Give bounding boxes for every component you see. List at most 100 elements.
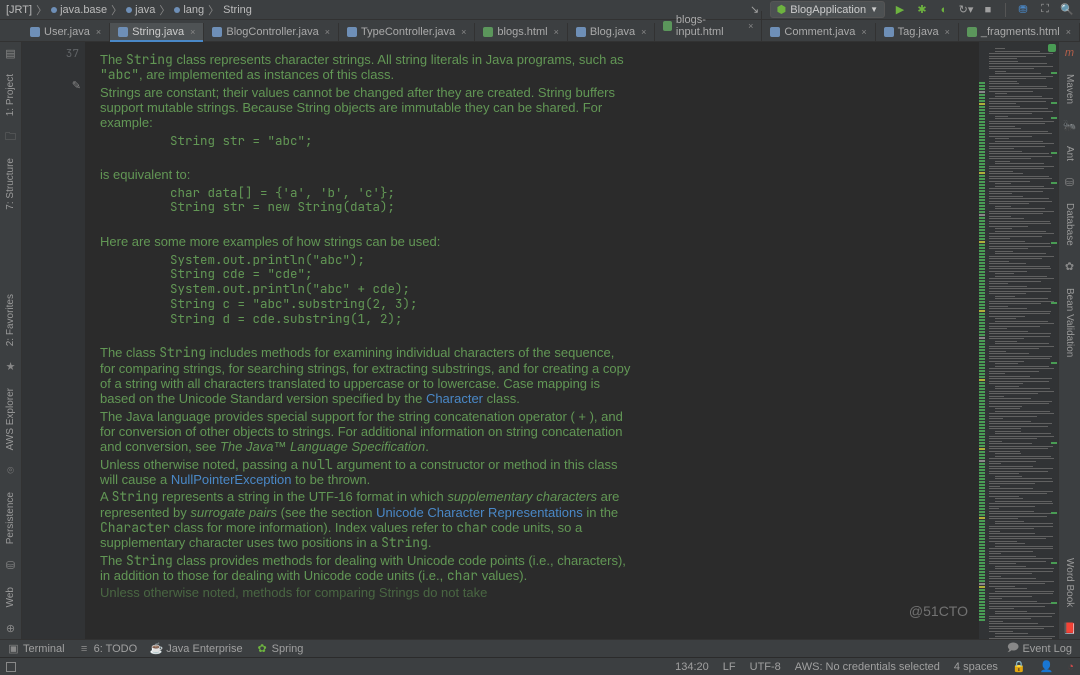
search-icon[interactable]: 🔍 (1060, 3, 1074, 17)
tool-maven[interactable]: Maven (1062, 70, 1077, 108)
editor-tab[interactable]: _fragments.html× (959, 23, 1080, 41)
tool-web[interactable]: Web (3, 583, 18, 611)
chevron-down-icon: ▼ (870, 5, 878, 14)
debug-icon[interactable]: ✱ (915, 3, 929, 17)
close-icon[interactable]: × (1066, 27, 1071, 37)
tool-database[interactable]: Database (1062, 199, 1077, 250)
close-icon[interactable]: × (190, 27, 195, 37)
line-number: 37 (66, 42, 85, 61)
tool-structure[interactable]: 7: Structure (3, 154, 18, 214)
breadcrumb-root[interactable]: [JRT] (6, 4, 32, 16)
java-file-icon (884, 27, 894, 37)
line-ending[interactable]: LF (723, 661, 736, 673)
tool-todo[interactable]: ≡6: TODO (79, 643, 138, 655)
tool-ant[interactable]: Ant (1062, 142, 1077, 165)
run-config-dropdown[interactable]: ⬢ BlogApplication ▼ (770, 1, 885, 18)
breadcrumb[interactable]: [JRT] 〉 java.base 〉 java 〉 lang 〉 String (6, 2, 252, 18)
javadoc-text: is equivalent to: (100, 167, 632, 182)
close-icon[interactable]: × (96, 27, 101, 37)
tool-persistence[interactable]: Persistence (3, 488, 18, 548)
aws-icon[interactable]: ⌾ (4, 464, 18, 478)
editor-tab[interactable]: User.java× (22, 23, 110, 41)
breadcrumb-pkg[interactable]: java.base (60, 4, 107, 16)
close-icon[interactable]: × (325, 27, 330, 37)
breadcrumb-sep: 〉 (36, 2, 47, 18)
vcs-update-icon[interactable]: ⛃ (1016, 3, 1030, 17)
close-icon[interactable]: × (945, 27, 950, 37)
editor-viewport[interactable]: The String class represents character st… (86, 42, 978, 639)
maven-icon[interactable]: m (1063, 46, 1077, 60)
coverage-icon[interactable]: ◐ (937, 3, 951, 17)
right-tool-rail: m Maven 🐜 Ant ⛁ Database ✿ Bean Validati… (1058, 42, 1080, 639)
link-character[interactable]: Character (426, 391, 483, 406)
tool-javaee[interactable]: ☕Java Enterprise (151, 643, 242, 655)
todo-icon: ≡ (79, 643, 90, 654)
readonly-lock-icon[interactable]: 🔒 (1012, 660, 1026, 673)
editor-tab[interactable]: BlogController.java× (204, 23, 339, 41)
tool-aws[interactable]: AWS Explorer (3, 384, 18, 454)
star-icon[interactable]: ★ (4, 360, 18, 374)
file-encoding[interactable]: UTF-8 (750, 661, 781, 673)
html-file-icon (483, 27, 493, 37)
editor-tab[interactable]: Comment.java× (762, 23, 875, 41)
profile-icon[interactable]: ↻▾ (959, 3, 973, 17)
javadoc-text: Here are some more examples of how strin… (100, 234, 632, 249)
editor-tab[interactable]: blogs.html× (475, 23, 567, 41)
web-icon[interactable]: ⊕ (4, 621, 18, 635)
navigation-bar: [JRT] 〉 java.base 〉 java 〉 lang 〉 String… (0, 0, 1080, 20)
run-icon[interactable]: ▶ (893, 3, 907, 17)
folder-icon[interactable]: 🗀 (4, 130, 18, 144)
code-sample: char data[] = {'a', 'b', 'c'}; String st… (170, 186, 632, 216)
close-icon[interactable]: × (461, 27, 466, 37)
javaee-icon: ☕ (151, 643, 162, 654)
java-file-icon (118, 27, 128, 37)
javadoc-text-cut: Unless otherwise noted, methods for comp… (100, 585, 632, 600)
breadcrumb-pkg[interactable]: lang (183, 4, 204, 16)
indent-settings[interactable]: 4 spaces (954, 661, 998, 673)
editor-gutter: 37 ✎ (22, 42, 86, 639)
link-npe[interactable]: NullPointerException (171, 472, 292, 487)
code-sample: String str = "abc"; (170, 134, 632, 149)
edit-icon[interactable]: ✎ (72, 61, 85, 92)
tool-wordbook[interactable]: Word Book (1062, 554, 1077, 611)
persistence-icon[interactable]: ⛁ (4, 559, 18, 573)
run-config-label: BlogApplication (790, 4, 866, 16)
editor-tab[interactable]: Blog.java× (568, 23, 656, 41)
tool-bean-validation[interactable]: Bean Validation (1062, 284, 1077, 361)
java-file-icon (576, 27, 586, 37)
tool-favorites[interactable]: 2: Favorites (3, 290, 18, 350)
html-file-icon (967, 27, 977, 37)
breadcrumb-class[interactable]: String (223, 4, 252, 16)
bean-icon[interactable]: ✿ (1063, 260, 1077, 274)
breadcrumb-pkg[interactable]: java (135, 4, 155, 16)
editor-tab[interactable]: TypeController.java× (339, 23, 475, 41)
tool-event-log[interactable]: 🗩Event Log (1007, 643, 1072, 655)
editor-minimap[interactable] (978, 42, 1058, 639)
project-tool-icon[interactable]: ▤ (4, 46, 18, 60)
stop-icon[interactable]: ■ (981, 3, 995, 17)
link-unicode-repr[interactable]: Unicode Character Representations (376, 505, 583, 520)
tool-spring[interactable]: ✿Spring (257, 643, 304, 655)
java-file-icon (347, 27, 357, 37)
editor-tab[interactable]: Tag.java× (876, 23, 959, 41)
inspection-profile-icon[interactable]: 👤 (1040, 660, 1054, 673)
memory-indicator-icon[interactable]: ◔ (1067, 661, 1074, 673)
close-icon[interactable]: × (554, 27, 559, 37)
tool-terminal[interactable]: ▣Terminal (8, 643, 65, 655)
aws-status[interactable]: AWS: No credentials selected (795, 661, 940, 673)
wordbook-icon[interactable]: 📕 (1063, 621, 1077, 635)
close-icon[interactable]: × (641, 27, 646, 37)
editor-tab[interactable]: blogs-input.html× (655, 11, 762, 41)
ant-icon[interactable]: 🐜 (1063, 118, 1077, 132)
caret-position[interactable]: 134:20 (675, 661, 709, 673)
event-log-icon: 🗩 (1007, 643, 1018, 654)
bottom-tool-tabs: ▣Terminal ≡6: TODO ☕Java Enterprise ✿Spr… (0, 639, 1080, 657)
database-icon[interactable]: ⛁ (1063, 175, 1077, 189)
tool-project[interactable]: 1: Project (3, 70, 18, 120)
editor-tab[interactable]: String.java× (110, 23, 204, 41)
left-tool-rail: ▤ 1: Project 🗀 7: Structure 2: Favorites… (0, 42, 22, 639)
tool-windows-toggle-icon[interactable] (6, 662, 16, 672)
search-everywhere-icon[interactable]: ⛶ (1038, 3, 1052, 17)
close-icon[interactable]: × (748, 21, 753, 31)
close-icon[interactable]: × (861, 27, 866, 37)
